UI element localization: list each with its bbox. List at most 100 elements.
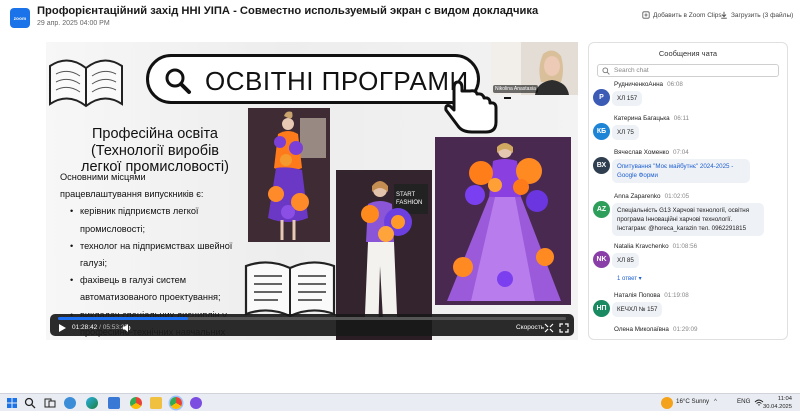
sender-name: Anna Zaparenko — [614, 193, 661, 200]
thread-replies-link[interactable]: 1 ответ ▾ — [617, 275, 642, 282]
clips-icon — [642, 11, 650, 19]
message-time: 01:02:05 — [664, 193, 690, 200]
time-display: 01:28:42 / 05:53:25 — [72, 324, 128, 331]
chat-panel: Сообщения чата Search chat P РудниченкоА… — [588, 42, 788, 340]
sender-name: РудниченкоАнна — [614, 81, 664, 88]
svg-text:START: START — [396, 192, 415, 198]
sender-name: Наталія Попова — [614, 292, 661, 299]
message-sender: РудниченкоАнна 06:08 — [614, 81, 683, 88]
search-icon — [602, 67, 610, 75]
message-text: ХЛ 157 — [612, 91, 643, 106]
recording-date: 29 апр. 2025 04:00 PM — [37, 20, 110, 27]
tray-chevron-icon[interactable]: ^ — [714, 398, 717, 405]
sender-name: Катерина Багацька — [614, 115, 670, 122]
avatar: ВХ — [593, 157, 610, 174]
avatar: КБ — [593, 123, 610, 140]
message-time: 06:11 — [673, 115, 689, 122]
chat-search-placeholder: Search chat — [614, 67, 649, 74]
zoom-logo: zoom — [10, 8, 30, 28]
fashion-photo-3 — [435, 137, 571, 305]
chat-title: Сообщения чата — [658, 49, 718, 58]
sender-name: Natalia Kravchenko — [614, 243, 669, 250]
sender-name: Олена Миколаївна — [614, 326, 669, 333]
weather-text[interactable]: 16°C Sunny — [676, 398, 709, 405]
message-time: 01:19:08 — [664, 292, 689, 299]
progress-bar[interactable] — [58, 317, 566, 320]
presenter-camera: Nikolina Anastasia — [491, 42, 578, 95]
widgets-icon[interactable] — [64, 397, 76, 409]
windows-taskbar: 16°C Sunny ^ ENG 11:04 30.04.2025 — [0, 393, 800, 411]
avatar: NK — [593, 251, 610, 268]
fullscreen-icon[interactable] — [559, 323, 569, 333]
volume-icon[interactable] — [122, 323, 132, 333]
message-time: 01:08:56 — [672, 243, 698, 250]
search-icon[interactable] — [24, 397, 36, 409]
add-to-clips-label: Добавить в Zoom Clips — [653, 11, 722, 19]
svg-text:FASHION: FASHION — [396, 200, 422, 206]
presentation-slide: ОСВІТНІ ПРОГРАМИ Професійна освіта (Техн… — [46, 42, 578, 340]
download-button[interactable]: Загрузить (3 файлы) — [720, 11, 793, 19]
runway-model-image — [248, 108, 330, 242]
clock-date: 30.04.2025 — [762, 404, 792, 410]
speed-button[interactable]: Скорость — [516, 324, 544, 331]
add-to-clips-button[interactable]: Добавить в Zoom Clips — [642, 11, 722, 19]
progress-fill — [58, 317, 189, 320]
message-sender: Вячеслав Хоменко 07:04 — [614, 149, 689, 156]
runway-model-image — [435, 137, 571, 305]
header-bar: zoom Профорієнтаційний захід ННІ УІПА - … — [0, 0, 800, 38]
task-view-icon[interactable] — [44, 397, 56, 409]
system-clock[interactable]: 11:04 30.04.2025 — [763, 395, 792, 411]
playback-controls: 01:28:42 / 05:53:25 Скорость — [50, 314, 574, 336]
slide-bullet: технолог на підприємствах швейної галузі… — [70, 238, 240, 272]
message-text: ХЛ 75 — [612, 125, 639, 140]
message-sender: Anna Zaparenko 01:02:05 — [614, 193, 689, 200]
chrome-active-icon[interactable] — [170, 397, 182, 409]
message-link[interactable]: Опитування "Моє майбутнє" 2024-2025 - Go… — [612, 159, 750, 183]
message-time: 07:04 — [673, 149, 689, 156]
message-sender: Natalia Kravchenko 01:08:56 — [614, 243, 697, 250]
chat-search-input[interactable]: Search chat — [597, 64, 779, 77]
message-time: 01:29:09 — [672, 326, 698, 333]
weather-icon — [661, 397, 673, 409]
slide-bullet: керівник підприємств легкої промисловост… — [70, 203, 240, 237]
avatar: НП — [593, 300, 610, 317]
message-sender: Катерина Багацька 06:11 — [614, 115, 689, 122]
app-icon[interactable] — [190, 397, 202, 409]
video-player[interactable]: ОСВІТНІ ПРОГРАМИ Професійна освіта (Техн… — [46, 42, 578, 340]
windows-start-icon[interactable] — [6, 397, 18, 409]
open-book-illustration — [244, 261, 336, 318]
message-sender: Олена Миколаївна 01:29:09 — [614, 326, 697, 333]
zoom-recording-page: zoom Профорієнтаційний захід ННІ УІПА - … — [0, 0, 800, 393]
slide-bullet: фахівець в галузі систем автоматизованог… — [70, 272, 240, 306]
clock-time: 11:04 — [777, 396, 792, 402]
avatar: AZ — [593, 201, 610, 218]
collapse-icon[interactable] — [544, 323, 554, 333]
message-time: 06:08 — [667, 81, 683, 88]
edge-browser-icon[interactable] — [86, 397, 98, 409]
message-text: Спеціальність G13 Харчові технології, ос… — [612, 203, 764, 236]
avatar: P — [593, 89, 610, 106]
sender-name: Вячеслав Хоменко — [614, 149, 670, 156]
fashion-photo-1 — [248, 108, 330, 242]
slide-banner-text: ОСВІТНІ ПРОГРАМИ — [205, 66, 469, 96]
download-icon — [721, 11, 727, 19]
message-text: КЕЧХЛ № 157 — [612, 302, 663, 317]
presenter-name: Nikolina Anastasia — [493, 85, 538, 93]
folder-icon[interactable] — [150, 397, 162, 409]
slide-intro-line: Основними місцями — [60, 172, 146, 182]
language-indicator[interactable]: ENG — [737, 398, 750, 405]
message-sender: Наталія Попова 01:19:08 — [614, 292, 689, 299]
slide-intro-line: працевлаштування випускників є: — [60, 189, 204, 200]
slide-banner: ОСВІТНІ ПРОГРАМИ — [146, 54, 480, 104]
book-illustration — [49, 59, 123, 108]
slide-heading-line: Професійна освіта — [92, 126, 218, 142]
play-icon[interactable] — [57, 323, 67, 333]
message-text: ХЛ 85 — [612, 253, 639, 268]
current-time: 01:28:42 — [72, 324, 98, 331]
slide-heading-line: (Технології виробів — [90, 142, 220, 159]
download-label: Загрузить (3 файлы) — [731, 11, 794, 19]
magnifier-icon — [165, 68, 191, 94]
file-explorer-icon[interactable] — [108, 397, 120, 409]
recording-title: Профорієнтаційний захід ННІ УІПА - Совме… — [37, 5, 539, 17]
chrome-icon[interactable] — [130, 397, 142, 409]
